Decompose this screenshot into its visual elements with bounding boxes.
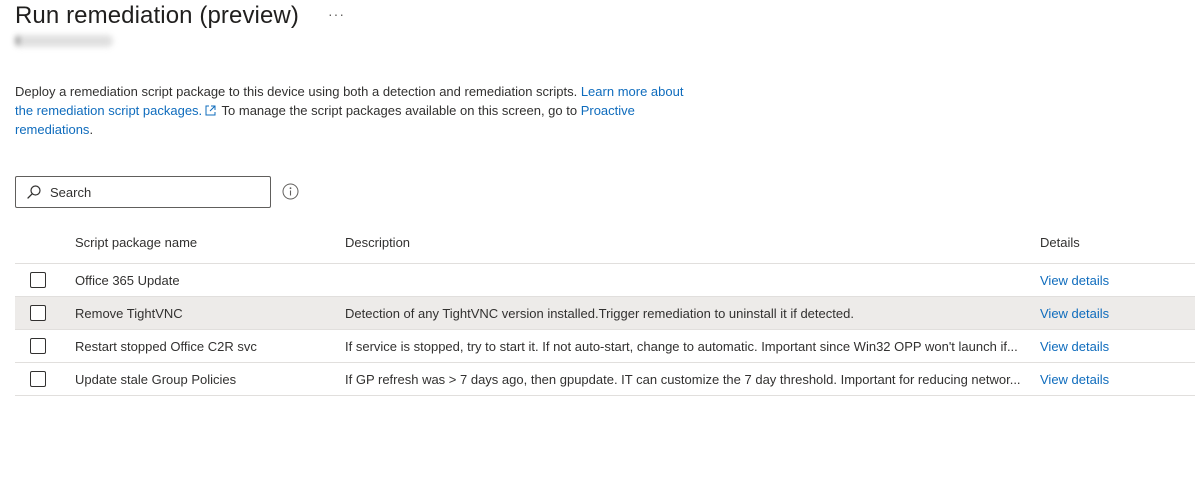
- script-package-name: Restart stopped Office C2R svc: [75, 338, 257, 354]
- row-checkbox[interactable]: [30, 305, 46, 321]
- device-name-redacted: [15, 35, 113, 47]
- script-package-name: Office 365 Update: [75, 272, 180, 288]
- script-packages-table: Script package name Description Details …: [15, 222, 1195, 396]
- view-details-link[interactable]: View details: [1040, 306, 1109, 321]
- view-details-link[interactable]: View details: [1040, 339, 1109, 354]
- row-checkbox[interactable]: [30, 371, 46, 387]
- row-checkbox[interactable]: [30, 338, 46, 354]
- table-header-row: Script package name Description Details: [15, 222, 1195, 264]
- view-details-link[interactable]: View details: [1040, 372, 1109, 387]
- external-link-icon: [205, 105, 216, 116]
- view-details-link[interactable]: View details: [1040, 273, 1109, 288]
- search-box[interactable]: [15, 176, 271, 208]
- run-remediation-panel: Run remediation (preview) ··· Deploy a r…: [0, 0, 1195, 477]
- script-package-description: If GP refresh was > 7 days ago, then gpu…: [345, 371, 1021, 387]
- search-input[interactable]: [50, 184, 260, 200]
- search-icon: [27, 185, 41, 199]
- script-package-description: If service is stopped, try to start it. …: [345, 338, 1018, 354]
- column-header-details[interactable]: Details: [1040, 222, 1190, 263]
- table-row[interactable]: Office 365 Update View details: [15, 264, 1195, 297]
- table-row[interactable]: Remove TightVNC Detection of any TightVN…: [15, 297, 1195, 330]
- page-title: Run remediation (preview): [15, 2, 299, 29]
- table-row[interactable]: Update stale Group Policies If GP refres…: [15, 363, 1195, 396]
- intro-text: Deploy a remediation script package to t…: [15, 82, 695, 139]
- table-row[interactable]: Restart stopped Office C2R svc If servic…: [15, 330, 1195, 363]
- script-package-name: Remove TightVNC: [75, 305, 183, 321]
- column-header-name[interactable]: Script package name: [75, 222, 335, 263]
- script-package-description: Detection of any TightVNC version instal…: [345, 305, 854, 321]
- intro-part-3: .: [89, 122, 94, 137]
- info-icon[interactable]: [282, 183, 299, 200]
- more-options-button[interactable]: ···: [328, 6, 345, 22]
- row-checkbox[interactable]: [30, 272, 46, 288]
- intro-part-2: To manage the script packages available …: [218, 103, 581, 118]
- script-package-name: Update stale Group Policies: [75, 371, 237, 387]
- column-header-description[interactable]: Description: [345, 222, 1025, 263]
- intro-part-1: Deploy a remediation script package to t…: [15, 84, 581, 99]
